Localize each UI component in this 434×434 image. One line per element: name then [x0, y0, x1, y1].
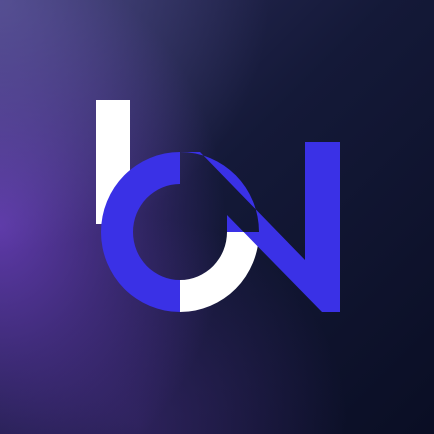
- bn-logo-icon: [96, 100, 340, 312]
- app-icon: [0, 0, 434, 434]
- logo-bowl-white: [180, 232, 259, 312]
